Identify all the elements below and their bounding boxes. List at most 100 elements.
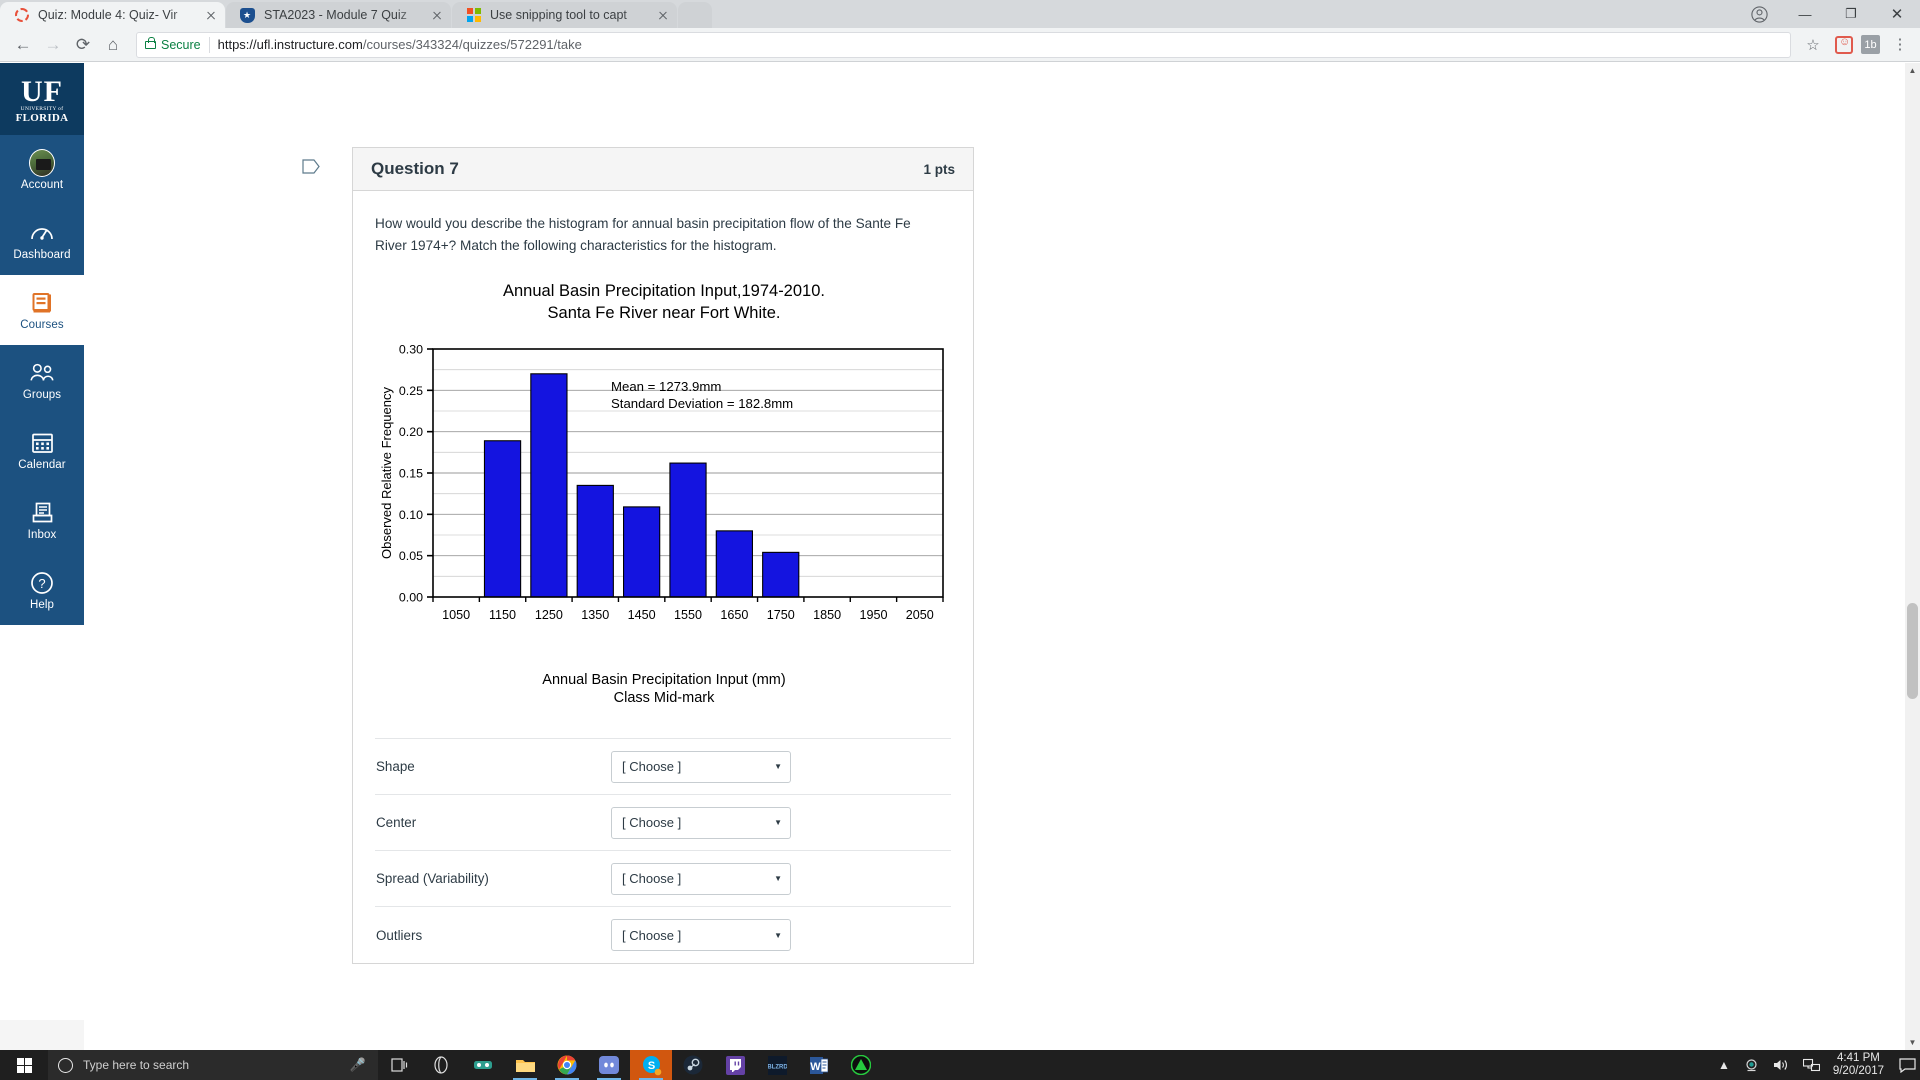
- matching-answer-list: Shape [ Choose ] ▼ Center [ Choose ] ▼ S…: [375, 738, 951, 963]
- svg-text:0.30: 0.30: [399, 343, 423, 357]
- microphone-icon[interactable]: 🎤: [350, 1057, 366, 1073]
- matching-row-center: Center [ Choose ] ▼: [375, 795, 951, 852]
- minimize-button[interactable]: —: [1782, 0, 1828, 28]
- dashboard-gauge-icon: [29, 220, 55, 246]
- canvas-circle-icon: [14, 7, 30, 23]
- uf-logo[interactable]: UF UNIVERSITY of FLORIDA: [0, 63, 84, 135]
- home-icon[interactable]: ⌂: [98, 30, 128, 60]
- show-hidden-icons-icon[interactable]: ▲: [1711, 1058, 1737, 1072]
- kebab-menu-icon[interactable]: ⋮: [1888, 37, 1912, 52]
- extension-1b-icon[interactable]: 1b: [1861, 35, 1880, 54]
- screen-root: Quiz: Module 4: Quiz- Vir STA2023 - Modu…: [0, 0, 1920, 1080]
- browser-tab-0[interactable]: Quiz: Module 4: Quiz- Vir: [0, 2, 225, 28]
- chart-title-line1: Annual Basin Precipitation Input,1974-20…: [503, 282, 825, 301]
- windows-taskbar: Type here to search 🎤 S BLZRD W: [0, 1050, 1920, 1080]
- page-scrollbar[interactable]: ▲ ▼: [1905, 63, 1920, 1050]
- twitch-icon[interactable]: [714, 1050, 756, 1080]
- svg-text:1450: 1450: [628, 608, 656, 622]
- matching-label: Outliers: [376, 927, 423, 943]
- chevron-down-icon: ▼: [774, 874, 782, 884]
- lock-icon: [145, 36, 156, 49]
- chart-xlabel-line2: Class Mid-mark: [613, 690, 715, 707]
- close-icon[interactable]: [429, 7, 445, 23]
- groups-people-icon: [29, 360, 55, 386]
- vr-headset-icon[interactable]: [462, 1050, 504, 1080]
- svg-text:S: S: [647, 1060, 654, 1072]
- matching-label: Center: [376, 815, 417, 831]
- sidebar-item-calendar[interactable]: Calendar: [0, 415, 84, 485]
- center-dropdown[interactable]: [ Choose ] ▼: [611, 806, 791, 839]
- collapse-arrow-icon[interactable]: ⇤: [0, 960, 84, 1000]
- maximize-button[interactable]: ❐: [1828, 0, 1874, 28]
- close-window-button[interactable]: ✕: [1874, 0, 1920, 28]
- task-view-icon[interactable]: [378, 1050, 420, 1080]
- sidebar-item-groups[interactable]: Groups: [0, 345, 84, 415]
- address-bar-url: https://ufl.instructure.com/courses/3433…: [218, 37, 582, 52]
- svg-text:2050: 2050: [906, 608, 934, 622]
- help-question-icon: ?: [29, 570, 55, 596]
- scroll-down-icon[interactable]: ▼: [1905, 1035, 1920, 1050]
- close-icon[interactable]: [655, 7, 671, 23]
- page-viewport: UF UNIVERSITY of FLORIDA Account Dashboa…: [0, 63, 1920, 1050]
- svg-text:1350: 1350: [581, 608, 609, 622]
- browser-tab-2[interactable]: Use snipping tool to capt: [452, 2, 677, 28]
- cortana-icon[interactable]: [420, 1050, 462, 1080]
- global-nav-items: UF UNIVERSITY of FLORIDA Account Dashboa…: [0, 63, 84, 625]
- extension-icon[interactable]: [1835, 35, 1853, 54]
- svg-text:1550: 1550: [674, 608, 702, 622]
- sidebar-item-label: Courses: [20, 318, 64, 331]
- sidebar-item-label: Groups: [22, 388, 62, 401]
- flag-icon[interactable]: [302, 159, 320, 174]
- svg-text:0.15: 0.15: [399, 466, 423, 480]
- outliers-dropdown[interactable]: [ Choose ] ▼: [611, 919, 791, 952]
- address-bar[interactable]: Secure https://ufl.instructure.com/cours…: [136, 31, 1791, 58]
- browser-omnibar: ← → ⟳ ⌂ Secure https://ufl.instructure.c…: [0, 28, 1920, 62]
- new-tab-button[interactable]: [678, 2, 712, 28]
- star-icon[interactable]: ☆: [1799, 36, 1827, 54]
- sidebar-item-account[interactable]: Account: [0, 135, 84, 205]
- sidebar-item-help[interactable]: ? Help: [0, 555, 84, 625]
- browser-tab-1[interactable]: STA2023 - Module 7 Quiz: [226, 2, 451, 28]
- file-explorer-icon[interactable]: [504, 1050, 546, 1080]
- green-app-icon[interactable]: [840, 1050, 882, 1080]
- chart-ylabel: Observed Relative Frequency: [379, 386, 394, 558]
- scroll-up-icon[interactable]: ▲: [1905, 63, 1920, 78]
- courses-book-icon: [29, 290, 55, 316]
- calendar-icon: [29, 430, 55, 456]
- word-icon[interactable]: W: [798, 1050, 840, 1080]
- skype-icon[interactable]: S: [630, 1050, 672, 1080]
- security-label: Secure: [161, 37, 201, 52]
- quiz-content: Question 7 1 pts How would you describe …: [84, 63, 1920, 1050]
- discord-icon[interactable]: [588, 1050, 630, 1080]
- chart-title: Annual Basin Precipitation Input,1974-20…: [375, 281, 953, 325]
- window-controls: — ❐ ✕: [1736, 0, 1920, 28]
- windows-start-icon[interactable]: [0, 1050, 48, 1080]
- scrollbar-thumb[interactable]: [1907, 603, 1918, 699]
- sidebar-item-inbox[interactable]: Inbox: [0, 485, 84, 555]
- svg-text:1250: 1250: [535, 608, 563, 622]
- taskbar-search-input[interactable]: Type here to search 🎤: [48, 1050, 378, 1080]
- webcam-icon[interactable]: [1737, 1058, 1766, 1073]
- volume-icon[interactable]: [1766, 1058, 1796, 1072]
- spread-dropdown[interactable]: [ Choose ] ▼: [611, 862, 791, 895]
- shape-dropdown[interactable]: [ Choose ] ▼: [611, 750, 791, 783]
- sidebar-item-courses[interactable]: Courses: [0, 275, 84, 345]
- matching-row-shape: Shape [ Choose ] ▼: [375, 739, 951, 796]
- question-title: Question 7: [371, 159, 459, 178]
- google-chrome-icon[interactable]: [546, 1050, 588, 1080]
- close-icon[interactable]: [203, 7, 219, 23]
- profile-icon[interactable]: [1736, 0, 1782, 28]
- question-body: How would you describe the histogram for…: [353, 191, 973, 963]
- sidebar-item-label: Account: [20, 178, 64, 191]
- back-arrow-icon[interactable]: ←: [8, 30, 38, 60]
- blizzard-icon[interactable]: BLZRD: [756, 1050, 798, 1080]
- question-points: 1 pts: [923, 161, 955, 177]
- taskbar-clock[interactable]: 4:41 PM 9/20/2017: [1827, 1052, 1894, 1078]
- network-icon[interactable]: [1796, 1058, 1827, 1072]
- steam-icon[interactable]: [672, 1050, 714, 1080]
- reload-icon[interactable]: ⟳: [68, 30, 98, 60]
- forward-arrow-icon[interactable]: →: [38, 30, 68, 60]
- sidebar-item-dashboard[interactable]: Dashboard: [0, 205, 84, 275]
- action-center-icon[interactable]: [1894, 1057, 1920, 1073]
- avatar-icon: [29, 148, 55, 177]
